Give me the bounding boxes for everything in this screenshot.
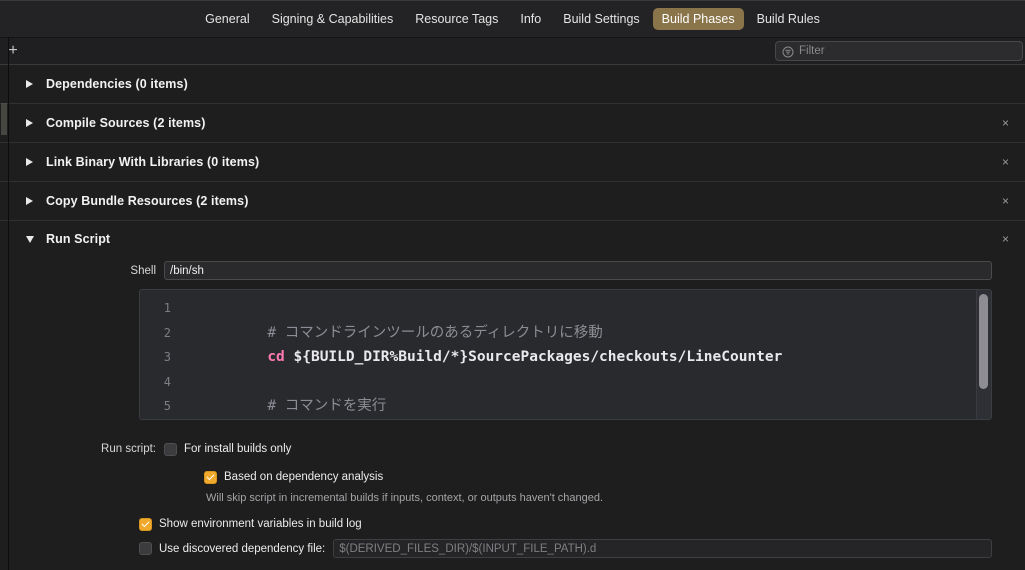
project-editor-tabbar: General Signing & Capabilities Resource …: [0, 0, 1025, 38]
remove-phase-button[interactable]: ×: [1002, 233, 1009, 245]
shell-row: Shell /bin/sh: [0, 257, 1025, 286]
phase-title: Link Binary With Libraries (0 items): [46, 155, 260, 169]
run-script-dependency-analysis-row: Based on dependency analysis: [0, 466, 1025, 488]
phase-row-copy-bundle-resources[interactable]: Copy Bundle Resources (2 items) ×: [0, 182, 1025, 221]
code-keyword: cd: [267, 349, 285, 365]
phase-row-dependencies[interactable]: Dependencies (0 items): [0, 65, 1025, 104]
script-code-area[interactable]: # コマンドラインツールのあるディレクトリに移動 cd ${BUILD_DIR%…: [180, 290, 991, 419]
code-text: ${BUILD_DIR%Build/*}SourcePackages/check…: [284, 349, 783, 365]
shell-label: Shell: [130, 264, 156, 277]
line-number: 2: [163, 325, 171, 340]
tab-resource-tags[interactable]: Resource Tags: [406, 8, 507, 30]
checkbox-label: For install builds only: [184, 443, 292, 455]
tab-build-phases[interactable]: Build Phases: [652, 7, 744, 30]
discovered-dependency-file-placeholder: $(DERIVED_FILES_DIR)/$(INPUT_FILE_PATH).…: [339, 542, 597, 555]
content-left-border: [8, 38, 9, 570]
script-editor-scrollbar-thumb[interactable]: [979, 294, 988, 389]
checkbox-use-discovered-dependency-file[interactable]: [139, 542, 152, 555]
tab-build-rules[interactable]: Build Rules: [748, 8, 829, 30]
line-number-gutter: 1 2 3 4 5: [140, 290, 180, 419]
code-line: # コマンドを実行: [180, 370, 991, 414]
discovered-dependency-file-input[interactable]: $(DERIVED_FILES_DIR)/$(INPUT_FILE_PATH).…: [333, 539, 992, 558]
line-number: 3: [163, 350, 171, 364]
checkbox-for-install-builds-only[interactable]: [164, 442, 177, 456]
checkbox-label: Show environment variables in build log: [159, 518, 362, 530]
run-script-body: Shell /bin/sh 1 2 3 4 5 # コマンドラインツールのあるデ…: [0, 257, 1025, 562]
code-comment: # コマンドを実行: [267, 398, 387, 414]
disclosure-triangle-right-icon[interactable]: [26, 116, 40, 130]
build-phases-toolbar: + Filter: [0, 38, 1025, 65]
add-phase-button[interactable]: +: [0, 38, 26, 65]
dependency-analysis-hint: Will skip script in incremental builds i…: [206, 492, 604, 504]
run-script-label: Run script:: [101, 443, 156, 455]
build-phases-list: Dependencies (0 items) Compile Sources (…: [0, 65, 1025, 562]
remove-phase-button[interactable]: ×: [1002, 117, 1009, 129]
tab-general[interactable]: General: [196, 8, 258, 30]
disclosure-triangle-right-icon[interactable]: [26, 77, 40, 91]
filter-placeholder: Filter: [799, 45, 825, 57]
tab-signing-capabilities[interactable]: Signing & Capabilities: [263, 8, 403, 30]
phase-title: Compile Sources (2 items): [46, 116, 206, 130]
disclosure-triangle-right-icon[interactable]: [26, 155, 40, 169]
phase-title: Dependencies (0 items): [46, 77, 188, 91]
shell-input[interactable]: /bin/sh: [164, 261, 992, 280]
phase-title: Run Script: [46, 232, 111, 246]
checkbox-label: Use discovered dependency file:: [159, 542, 326, 555]
phase-row-link-binary-with-libraries[interactable]: Link Binary With Libraries (0 items) ×: [0, 143, 1025, 182]
remove-phase-button[interactable]: ×: [1002, 195, 1009, 207]
phase-row-compile-sources[interactable]: Compile Sources (2 items) ×: [0, 104, 1025, 143]
outline-scrollbar-thumb[interactable]: [1, 103, 7, 135]
checkbox-based-on-dependency-analysis[interactable]: [204, 470, 217, 484]
tab-info[interactable]: Info: [511, 8, 550, 30]
disclosure-triangle-down-icon[interactable]: [26, 232, 40, 246]
code-comment: # コマンドラインツールのあるディレクトリに移動: [267, 324, 603, 341]
phase-title: Copy Bundle Resources (2 items): [46, 194, 249, 208]
checkbox-label: Based on dependency analysis: [224, 471, 384, 483]
filter-field[interactable]: Filter: [775, 41, 1023, 61]
line-number: 5: [163, 399, 171, 413]
disclosure-triangle-right-icon[interactable]: [26, 194, 40, 208]
code-line: # コマンドラインツールのあるディレクトリに移動: [180, 296, 991, 341]
script-editor[interactable]: 1 2 3 4 5 # コマンドラインツールのあるディレクトリに移動 cd ${…: [139, 289, 992, 420]
run-script-show-env-row: Show environment variables in build log: [0, 513, 1025, 535]
tab-build-settings[interactable]: Build Settings: [554, 8, 648, 30]
run-script-discovered-dependency-row: Use discovered dependency file: $(DERIVE…: [0, 535, 1025, 558]
line-number: 1: [163, 301, 171, 315]
checkbox-show-environment-variables[interactable]: [139, 517, 152, 531]
phase-row-run-script[interactable]: Run Script ×: [0, 221, 1025, 257]
line-number: 4: [163, 374, 171, 389]
filter-circle-icon: [782, 45, 794, 58]
run-script-install-only-row: Run script: For install builds only: [0, 438, 1025, 460]
remove-phase-button[interactable]: ×: [1002, 156, 1009, 168]
shell-input-value: /bin/sh: [170, 264, 204, 277]
